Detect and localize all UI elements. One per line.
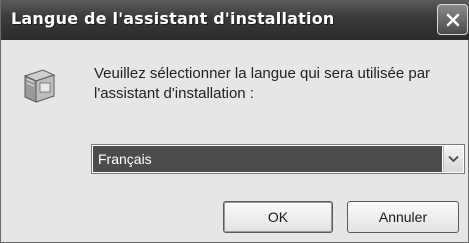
language-selected-value: Français [93,146,442,172]
chevron-down-icon [448,155,459,163]
installer-box-icon [23,69,56,103]
dialog-title: Langue de l'assistant d'installation [11,9,335,28]
instruction-text: Veuillez sélectionner la langue qui sera… [94,65,431,102]
language-dropdown[interactable]: Français [91,144,465,174]
close-icon [446,13,459,26]
close-button[interactable] [437,4,468,35]
title-bar[interactable]: Langue de l'assistant d'installation [1,0,469,40]
ok-button[interactable]: OK [223,201,333,233]
cancel-button[interactable]: Annuler [347,201,459,233]
dropdown-arrow-button[interactable] [443,146,463,172]
setup-language-dialog: Langue de l'assistant d'installation Veu… [0,0,469,243]
